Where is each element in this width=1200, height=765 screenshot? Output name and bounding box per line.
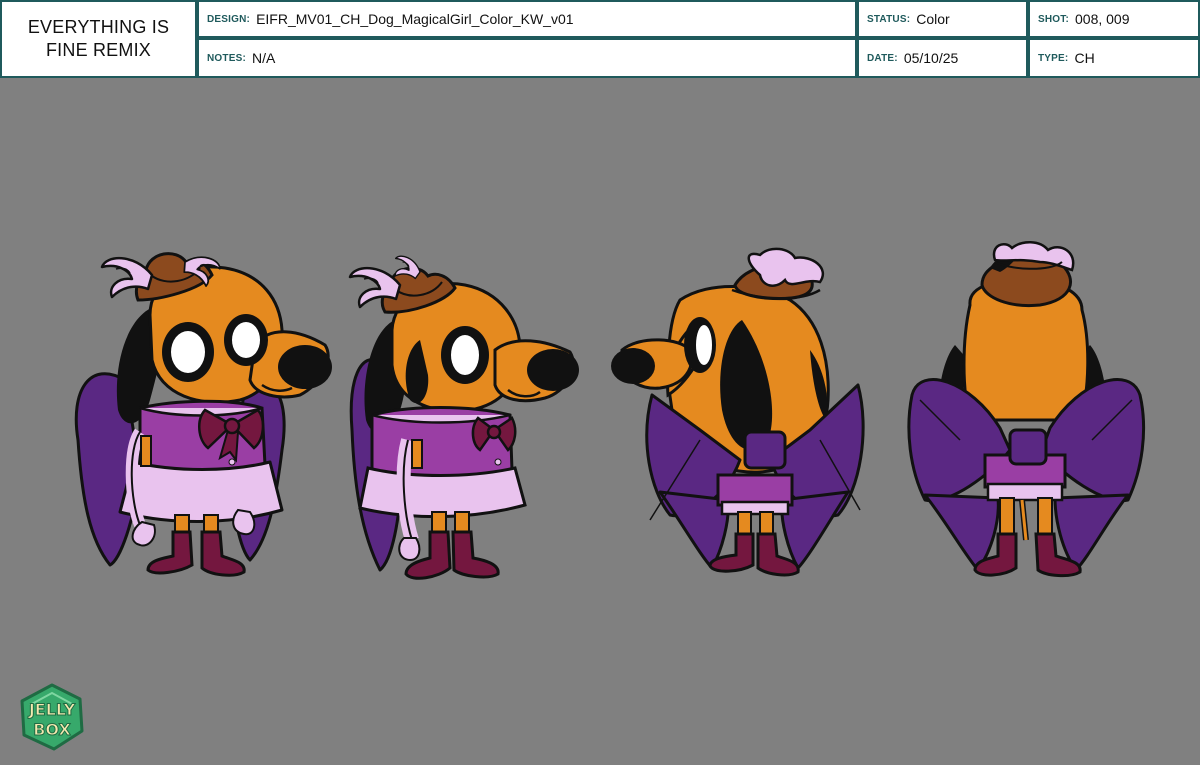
- dog-three-quarter-view: [348, 253, 579, 580]
- type-label: TYPE:: [1038, 52, 1069, 64]
- design-label: DESIGN:: [207, 13, 251, 25]
- date-label: DATE:: [867, 52, 898, 64]
- design-cell: DESIGN: EIFR_MV01_CH_Dog_MagicalGirl_Col…: [199, 2, 855, 36]
- type-value: CH: [1074, 50, 1095, 66]
- shot-label: SHOT:: [1038, 13, 1069, 25]
- character-turnaround: [74, 241, 1146, 580]
- project-title-cell: EVERYTHING IS FINE REMIX: [2, 2, 195, 76]
- shot-value: 008, 009: [1075, 11, 1130, 27]
- status-value: Color: [916, 11, 950, 27]
- type-cell: TYPE: CH: [1030, 40, 1198, 76]
- info-header: EVERYTHING IS FINE REMIX DESIGN: EIFR_MV…: [0, 0, 1200, 78]
- shot-cell: SHOT: 008, 009: [1030, 2, 1198, 36]
- dog-front-view: [74, 250, 332, 577]
- dog-side-view: [611, 247, 865, 577]
- jellybox-logo: JELLY BOX: [20, 683, 84, 751]
- date-cell: DATE: 05/10/25: [859, 40, 1026, 76]
- date-value: 05/10/25: [903, 50, 959, 66]
- notes-cell: NOTES: N/A: [199, 40, 855, 76]
- status-label: STATUS:: [867, 13, 911, 25]
- status-cell: STATUS: Color: [859, 2, 1026, 36]
- project-title-line1: EVERYTHING IS: [27, 17, 170, 37]
- dog-back-view: [907, 241, 1146, 578]
- notes-label: NOTES:: [207, 52, 246, 64]
- notes-value: N/A: [251, 50, 276, 66]
- project-title-line2: FINE REMIX: [45, 40, 151, 60]
- design-value: EIFR_MV01_CH_Dog_MagicalGirl_Color_KW_v0…: [256, 11, 574, 27]
- project-title: EVERYTHING IS FINE REMIX: [28, 16, 169, 62]
- logo-text-top: JELLY: [28, 700, 76, 719]
- logo-text-bottom: BOX: [33, 720, 71, 739]
